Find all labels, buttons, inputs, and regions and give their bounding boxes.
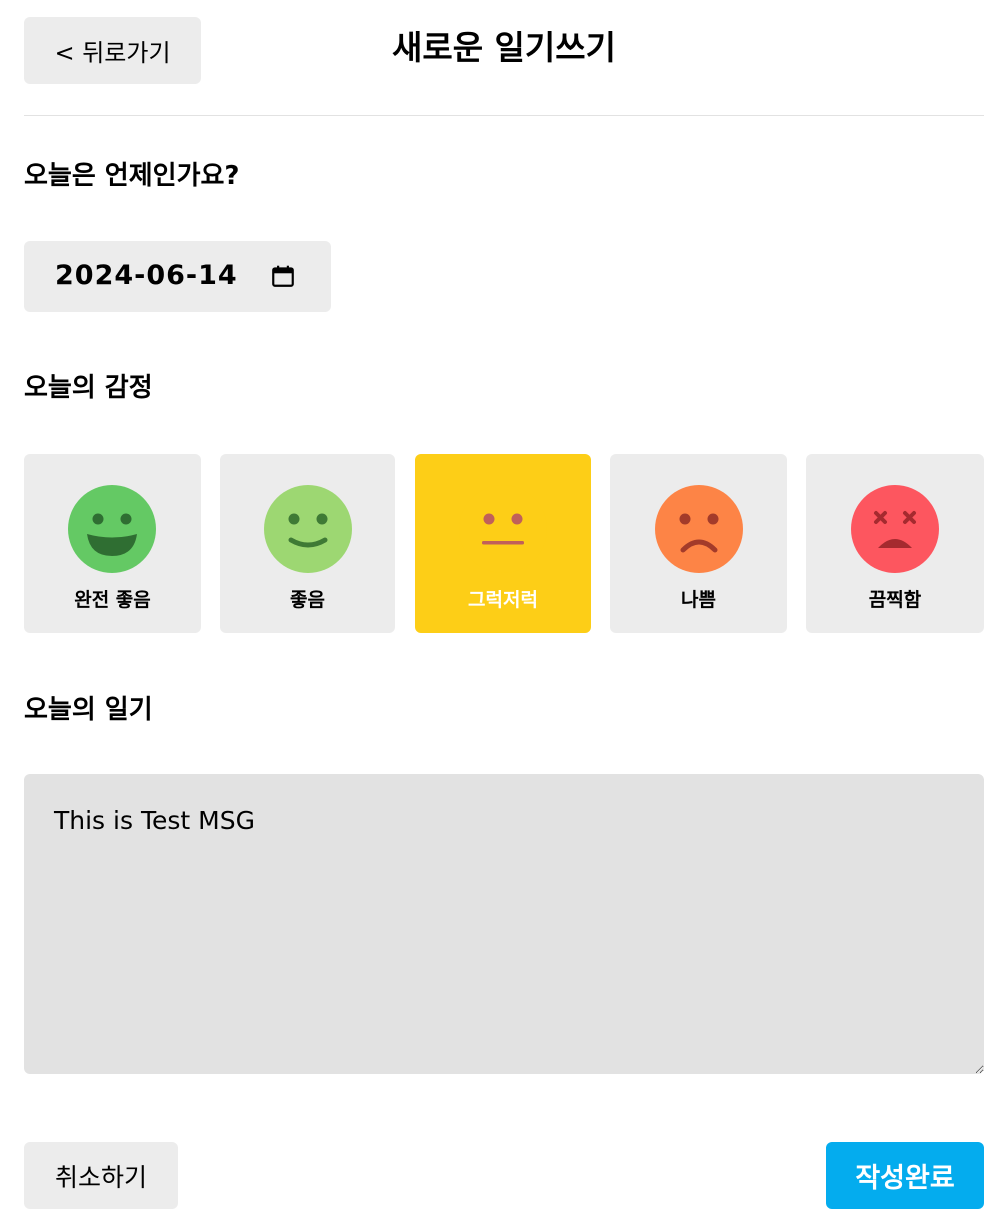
neutral-face-icon: [459, 485, 547, 573]
date-value[interactable]: 2024-06-14: [55, 258, 238, 294]
diary-editor-page: < 뒤로가기 새로운 일기쓰기 오늘은 언제인가요? 2024-06-14 오늘…: [24, 0, 984, 1225]
emotion-label: 완전 좋음: [74, 589, 151, 611]
diary-section-title: 오늘의 일기: [24, 695, 153, 725]
very-happy-face-icon: [68, 485, 156, 573]
emotion-list: 완전 좋음 좋음 그럭저럭 나쁨 끔찍함: [24, 454, 984, 633]
cancel-button[interactable]: 취소하기: [24, 1142, 178, 1209]
emotion-neutral-card[interactable]: 그럭저럭: [415, 454, 591, 633]
emotion-good-card[interactable]: 좋음: [220, 454, 395, 633]
diary-textarea[interactable]: This is Test MSG: [24, 774, 984, 1074]
submit-button[interactable]: 작성완료: [826, 1142, 984, 1209]
emotion-bad-card[interactable]: 나쁨: [610, 454, 787, 633]
emotion-very-good-card[interactable]: 완전 좋음: [24, 454, 201, 633]
emotion-label: 좋음: [290, 589, 325, 611]
happy-face-icon: [264, 485, 352, 573]
emotion-section-title: 오늘의 감정: [24, 373, 153, 403]
emotion-label: 그럭저럭: [468, 589, 538, 611]
date-section-title: 오늘은 언제인가요?: [24, 161, 240, 191]
terrible-face-icon: [851, 485, 939, 573]
page-title: 새로운 일기쓰기: [391, 28, 616, 67]
emotion-label: 끔찍함: [868, 589, 922, 611]
header: < 뒤로가기 새로운 일기쓰기: [24, 0, 984, 116]
emotion-terrible-card[interactable]: 끔찍함: [806, 454, 984, 633]
emotion-label: 나쁨: [681, 589, 716, 611]
calendar-icon[interactable]: [270, 263, 296, 289]
sad-face-icon: [655, 485, 743, 573]
date-input[interactable]: 2024-06-14: [24, 241, 331, 312]
